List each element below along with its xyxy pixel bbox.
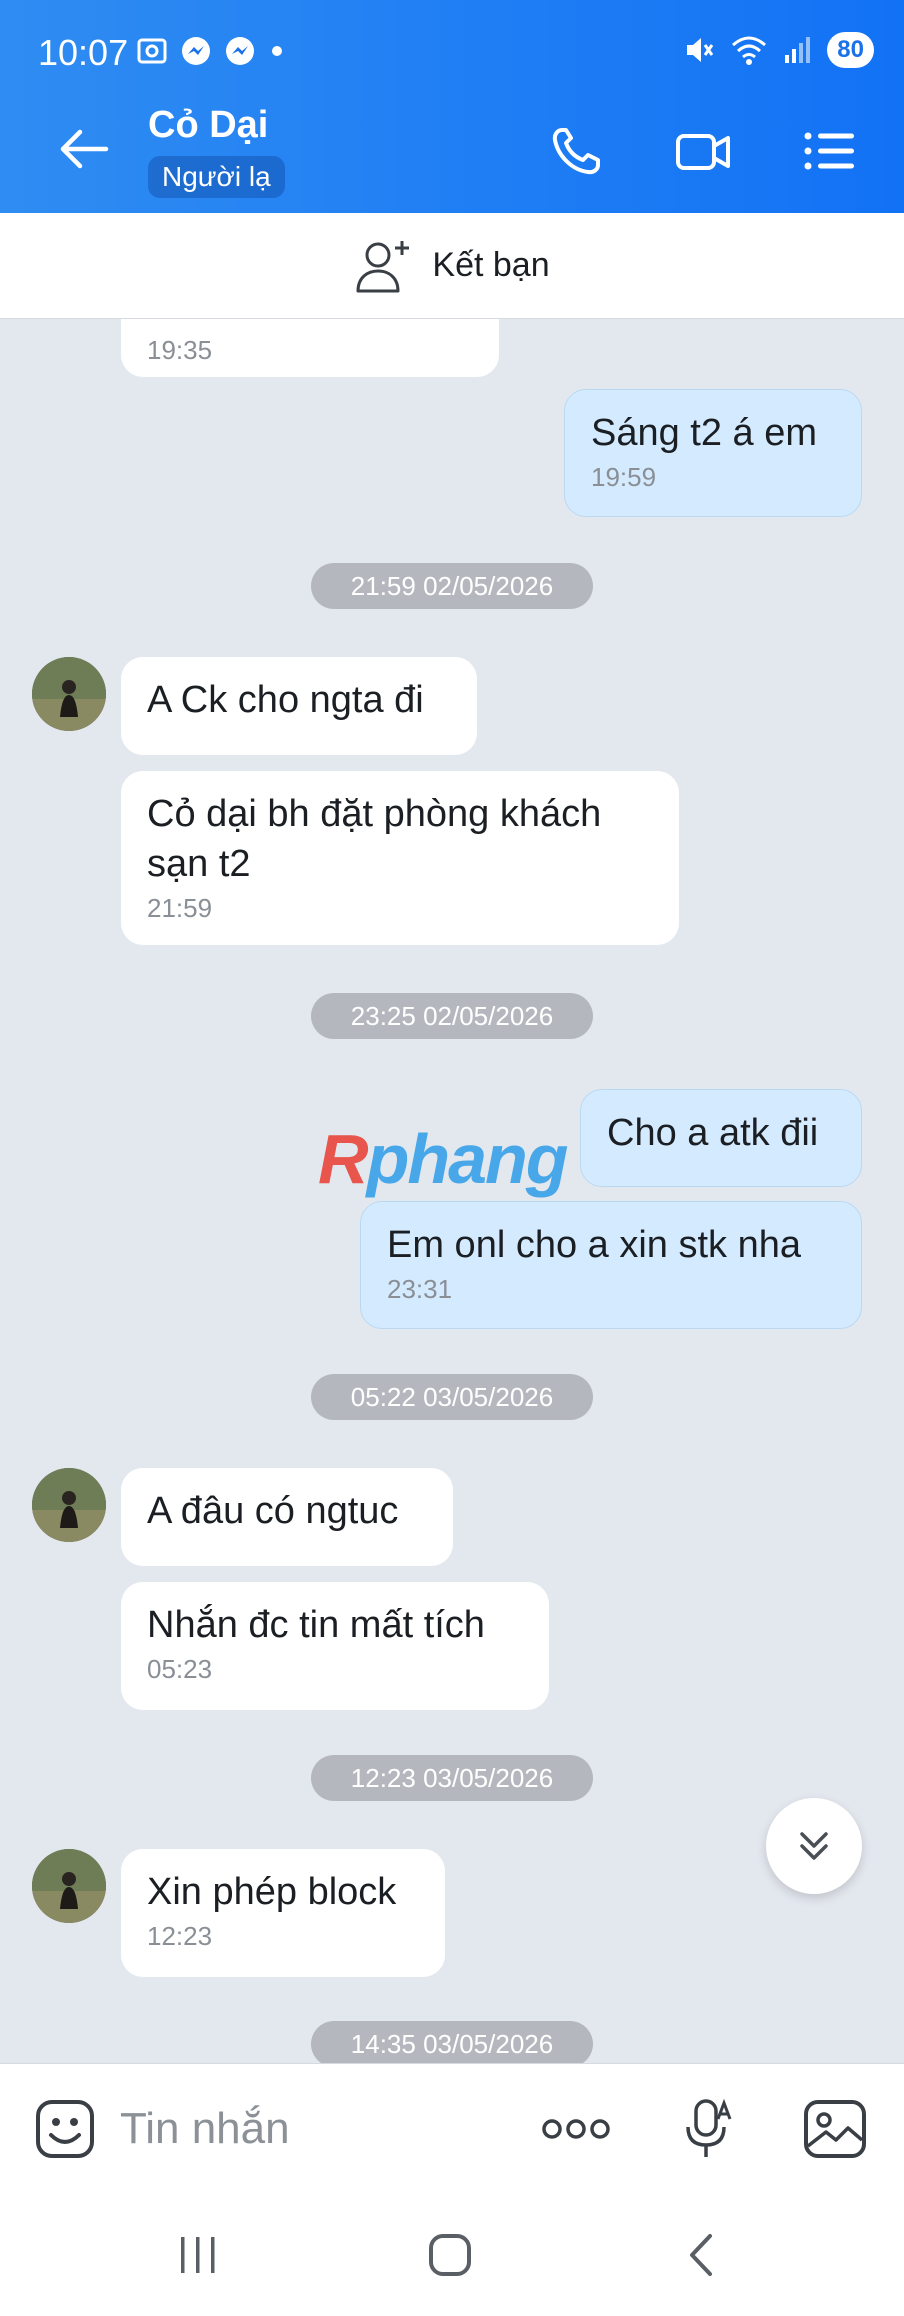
avatar-photo: [32, 1468, 106, 1542]
avatar-photo: [32, 1849, 106, 1923]
date-separator: 14:35 03/05/2026: [311, 2021, 593, 2063]
avatar[interactable]: [32, 1849, 106, 1923]
message-text: Em onl cho a xin stk nha: [387, 1224, 801, 1266]
system-nav-bar: [0, 2193, 904, 2316]
list-menu-icon[interactable]: [800, 124, 858, 178]
avatar[interactable]: [32, 1468, 106, 1542]
message-text: A đâu có ngtuc: [147, 1490, 399, 1532]
double-chevron-down-icon: [800, 1832, 828, 1860]
message-bubble[interactable]: Xin phép block 12:23: [121, 1849, 445, 1977]
mute-icon: [687, 38, 714, 62]
recents-button[interactable]: [158, 2223, 238, 2287]
watermark-letter: R: [318, 1120, 369, 1198]
date-separator: 21:59 02/05/2026: [311, 563, 593, 609]
recents-icon: [181, 2237, 215, 2273]
message-text: Sáng t2 á em: [591, 412, 818, 454]
system-icons: 80: [681, 32, 874, 68]
date-separator: 23:25 02/05/2026: [311, 993, 593, 1039]
date-separator: 12:23 03/05/2026: [311, 1755, 593, 1801]
video-camera-icon[interactable]: [674, 124, 732, 178]
message-time: 05:23: [147, 1654, 213, 1684]
image-icon: [804, 2100, 866, 2158]
more-dots-icon: [542, 2119, 610, 2139]
message-bubble[interactable]: Nhắn đc tin mất tích 05:23: [121, 1582, 549, 1710]
back-nav-button[interactable]: [662, 2223, 742, 2287]
back-arrow-icon[interactable]: [56, 126, 112, 172]
status-time: 10:07: [38, 32, 129, 73]
message-time: 12:23: [147, 1921, 213, 1951]
wifi-icon: [732, 36, 767, 65]
message-bubble[interactable]: A đâu có ngtuc: [121, 1468, 453, 1566]
add-person-icon: [356, 240, 410, 292]
emoji-button[interactable]: [30, 2096, 100, 2162]
home-button[interactable]: [410, 2223, 490, 2287]
chevron-left-icon: [690, 2234, 712, 2276]
message-text: Nhắn đc tin mất tích: [147, 1604, 485, 1646]
message-input[interactable]: Tin nhắn: [120, 2104, 290, 2154]
status-bar: 10:07 80: [0, 0, 904, 100]
image-button[interactable]: [800, 2096, 870, 2162]
message-text: A Ck cho ngta đi: [147, 679, 424, 721]
watermark-text: phang: [366, 1120, 569, 1198]
message-text: Cỏ dại bh đặt phòng khách sạn t2: [147, 793, 602, 885]
add-friend-label: Kết bạn: [432, 246, 550, 284]
message-time: 23:31: [387, 1274, 453, 1304]
message-bubble[interactable]: 19:35: [121, 319, 499, 377]
message-time: 19:59: [591, 462, 657, 492]
message-composer: Tin nhắn: [0, 2063, 904, 2193]
message-bubble[interactable]: Em onl cho a xin stk nha 23:31: [360, 1201, 862, 1329]
avatar-photo: [32, 657, 106, 731]
phone-icon[interactable]: [548, 124, 606, 178]
voice-button[interactable]: [680, 2096, 740, 2162]
message-bubble[interactable]: Cỏ dại bh đặt phòng khách sạn t2 21:59: [121, 771, 679, 945]
battery-badge: 80: [827, 32, 874, 68]
screenshot-icon: [137, 38, 167, 64]
more-button[interactable]: [538, 2096, 614, 2162]
dot-icon: [272, 46, 282, 56]
microphone-icon: [686, 2098, 732, 2157]
message-bubble[interactable]: Sáng t2 á em 19:59: [564, 389, 862, 517]
contact-name[interactable]: Cỏ Dại: [148, 104, 268, 147]
messenger-icon: [182, 37, 210, 65]
message-time: 19:35: [147, 335, 213, 365]
notification-icons: [135, 34, 287, 68]
add-friend-bar[interactable]: Kết bạn: [0, 213, 904, 319]
scroll-to-bottom-button[interactable]: [766, 1798, 862, 1894]
home-icon: [429, 2234, 471, 2276]
signal-icon: [785, 37, 811, 63]
chat-header: 10:07 80 Cỏ Dại Người lạ: [0, 0, 904, 213]
watermark-logo: Rphang: [318, 1119, 569, 1199]
message-text: Cho a atk đii: [607, 1112, 819, 1154]
messenger-icon: [226, 37, 254, 65]
date-separator: 05:22 03/05/2026: [311, 1374, 593, 1420]
message-bubble[interactable]: A Ck cho ngta đi: [121, 657, 477, 755]
stranger-badge: Người lạ: [148, 156, 285, 198]
avatar[interactable]: [32, 657, 106, 731]
message-text: Xin phép block: [147, 1871, 397, 1913]
emoji-icon: [36, 2100, 94, 2158]
message-list[interactable]: 19:35 Sáng t2 á em 19:59 21:59 02/05/202…: [0, 319, 904, 2063]
message-time: 21:59: [147, 893, 213, 923]
message-bubble[interactable]: Cho a atk đii: [580, 1089, 862, 1187]
